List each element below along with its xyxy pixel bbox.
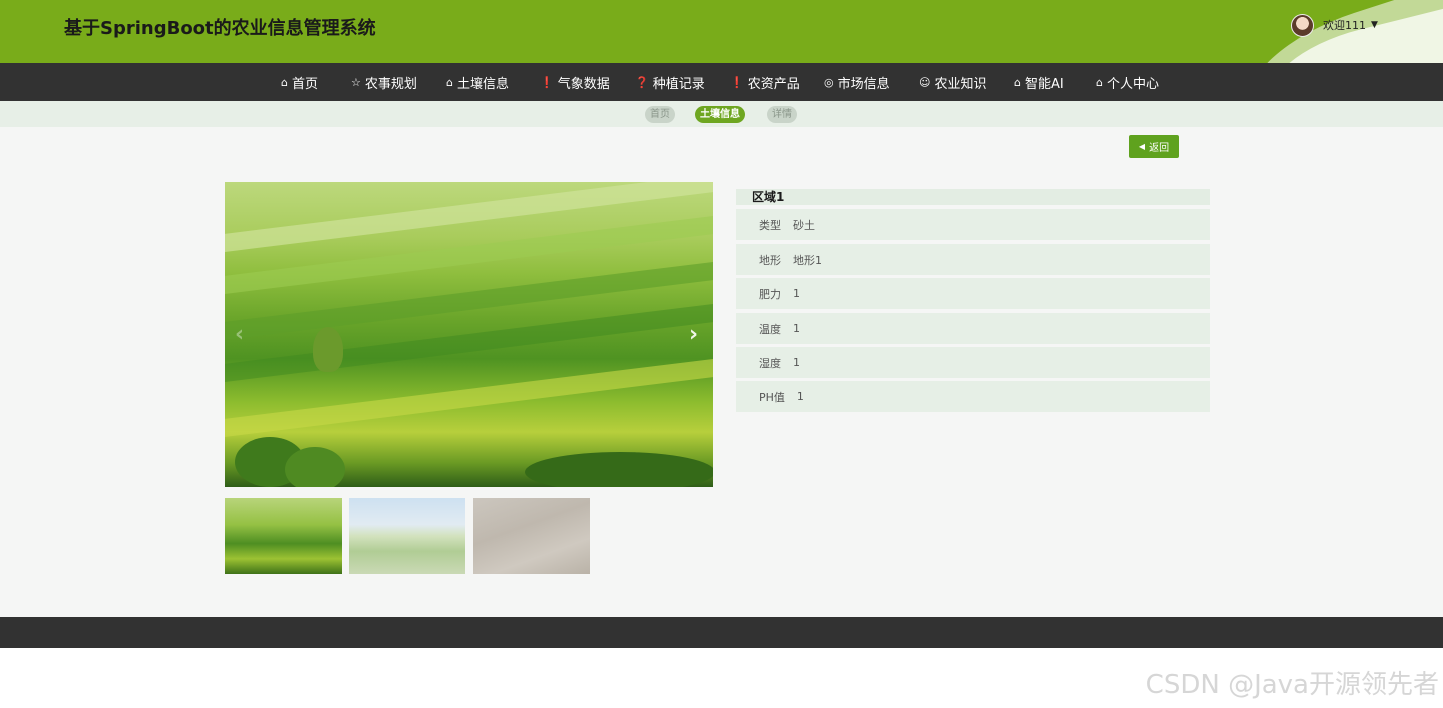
star-icon: ☆ [351, 75, 361, 89]
detail-label: 类型 [759, 218, 781, 232]
nav-item-agri-knowledge[interactable]: ☺ 农业知识 [919, 63, 986, 101]
nav-item-label[interactable]: 市场信息 [838, 73, 890, 92]
nav-item-smart-ai[interactable]: ⌂ 智能AI [1014, 63, 1064, 101]
main-content [0, 127, 1443, 617]
breadcrumb-home[interactable]: 首页 [645, 106, 675, 123]
detail-row-ph: PH值 1 [736, 381, 1210, 412]
main-nav: ⌂ 首页 ☆ 农事规划 ⌂ 土壤信息 ❗ 气象数据 ❓ 种植记录 ❗ 农资产品 ◎ 市场信息 … [0, 63, 1443, 101]
home-icon: ⌂ [1096, 75, 1103, 89]
detail-row-terrain: 地形 地形1 [736, 244, 1210, 275]
nav-item-planting-records[interactable]: ❓ 种植记录 [635, 63, 705, 101]
back-button-label: 返回 [1149, 143, 1170, 154]
thumbnail-crop-rows[interactable] [349, 498, 465, 574]
detail-row-humidity: 湿度 1 [736, 347, 1210, 378]
bush [285, 447, 345, 487]
header: 基于SpringBoot的农业信息管理系统 欢迎111 ▼ [0, 0, 1443, 63]
question-icon: ❓ [635, 75, 649, 89]
image-carousel[interactable]: ‹ › [225, 182, 713, 487]
nav-item-label[interactable]: 首页 [292, 73, 318, 92]
detail-row-temperature: 温度 1 [736, 313, 1210, 344]
breadcrumb-detail: 详情 [767, 106, 797, 123]
globe-icon: ◎ [824, 75, 834, 89]
arrow-left-icon: ◀ [1138, 142, 1146, 151]
back-button[interactable]: ◀ 返回 [1129, 135, 1179, 158]
breadcrumb: 首页 土壤信息 详情 [0, 101, 1443, 127]
nav-item-label[interactable]: 气象数据 [558, 73, 610, 92]
watermark: CSDN @Java开源领先者 [1145, 670, 1439, 700]
thumbnail-field[interactable] [225, 498, 342, 574]
detail-value: 地形1 [793, 253, 822, 267]
nav-item-label[interactable]: 个人中心 [1107, 73, 1159, 92]
home-icon: ⌂ [281, 75, 288, 89]
site-title: 基于SpringBoot的农业信息管理系统 [64, 18, 376, 39]
nav-item-label[interactable]: 智能AI [1025, 73, 1064, 92]
caret-down-icon[interactable]: ▼ [1371, 20, 1378, 30]
nav-item-home[interactable]: ⌂ 首页 [281, 63, 318, 101]
detail-row-fertility: 肥力 1 [736, 278, 1210, 309]
detail-value: 1 [796, 390, 804, 403]
thumbnail-soil[interactable] [473, 498, 590, 574]
detail-label: 湿度 [759, 356, 781, 370]
nav-item-personal-center[interactable]: ⌂ 个人中心 [1096, 63, 1159, 101]
user-menu[interactable]: 欢迎111 ▼ [1291, 13, 1378, 37]
nav-item-weather[interactable]: ❗ 气象数据 [540, 63, 610, 101]
tree [313, 327, 343, 372]
detail-label: 地形 [759, 253, 781, 267]
nav-item-farm-planning[interactable]: ☆ 农事规划 [351, 63, 417, 101]
detail-value: 1 [793, 322, 800, 335]
footer [0, 617, 1443, 648]
smile-icon: ☺ [919, 75, 931, 89]
info-icon: ❗ [540, 75, 554, 89]
bag-icon: ⌂ [446, 75, 453, 89]
carousel-next-icon[interactable]: › [689, 322, 698, 347]
breadcrumb-soil-info[interactable]: 土壤信息 [695, 106, 745, 123]
detail-label: 肥力 [759, 287, 781, 301]
detail-label: PH值 [759, 390, 785, 404]
welcome-text[interactable]: 欢迎111 [1323, 17, 1366, 33]
nav-item-market-info[interactable]: ◎ 市场信息 [824, 63, 890, 101]
info-icon: ❗ [730, 75, 744, 89]
nav-item-soil-info[interactable]: ⌂ 土壤信息 [446, 63, 509, 101]
detail-value: 1 [793, 287, 800, 300]
bush [525, 452, 713, 487]
carousel-prev-icon[interactable]: ‹ [235, 322, 244, 347]
detail-value: 1 [793, 356, 800, 369]
nav-item-label[interactable]: 农业知识 [934, 73, 986, 92]
detail-row-type: 类型 砂土 [736, 209, 1210, 240]
nav-item-label[interactable]: 土壤信息 [457, 73, 509, 92]
avatar[interactable] [1291, 13, 1314, 37]
nav-item-label[interactable]: 种植记录 [653, 73, 705, 92]
nav-item-label[interactable]: 农资产品 [748, 73, 800, 92]
detail-title: 区域1 [736, 189, 1210, 205]
detail-label: 温度 [759, 322, 781, 336]
detail-value: 砂土 [793, 218, 815, 232]
home-icon: ⌂ [1014, 75, 1021, 89]
nav-item-agri-products[interactable]: ❗ 农资产品 [730, 63, 800, 101]
nav-item-label[interactable]: 农事规划 [365, 73, 417, 92]
